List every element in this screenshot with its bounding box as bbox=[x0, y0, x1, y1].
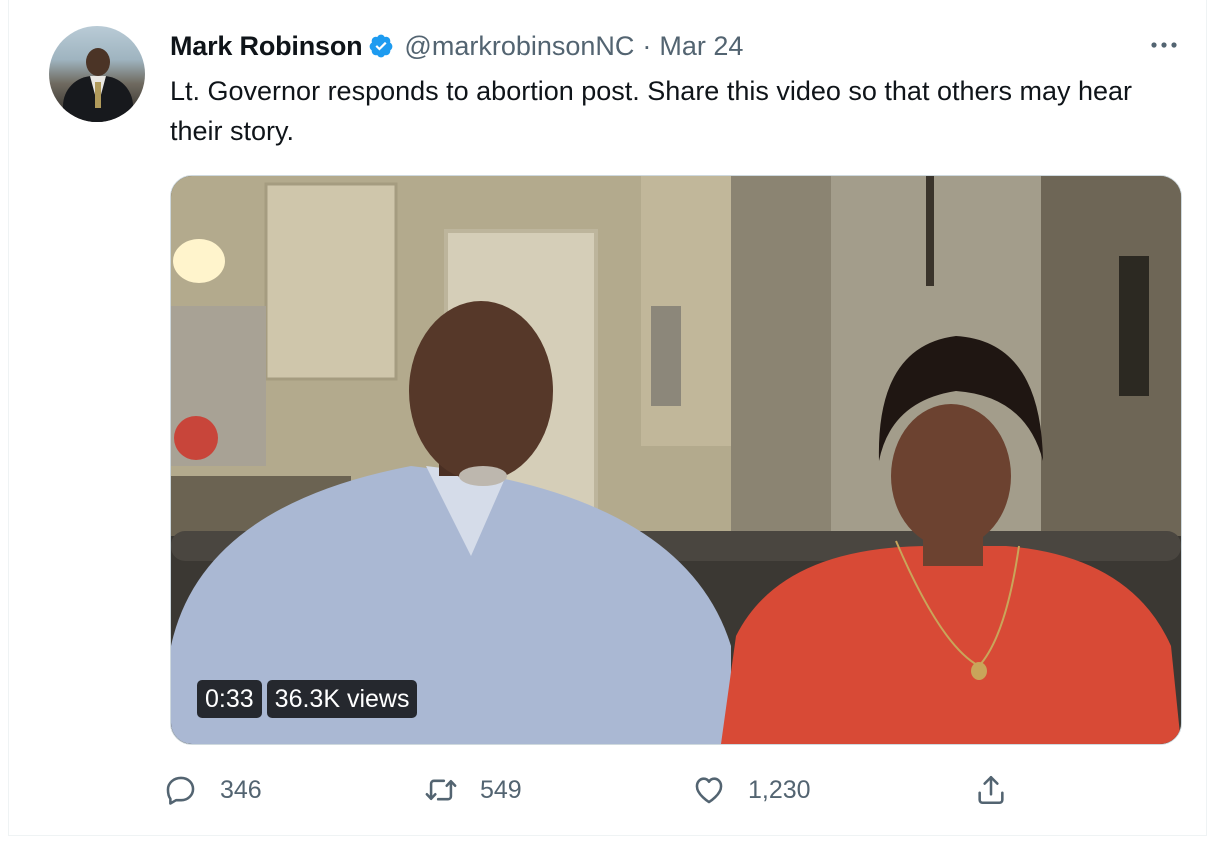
tweet-text: Lt. Governor responds to abortion post. … bbox=[170, 76, 1133, 146]
avatar[interactable] bbox=[49, 26, 145, 122]
avatar-head bbox=[86, 48, 110, 76]
verified-badge-icon bbox=[370, 34, 393, 58]
author-name[interactable]: Mark Robinson bbox=[170, 31, 363, 62]
retweet-button[interactable]: 549 bbox=[424, 760, 522, 820]
author-handle[interactable]: @markrobinsonNC bbox=[404, 31, 634, 62]
action-bar: 346 549 1,230 bbox=[9, 760, 1206, 820]
tweet-date[interactable]: Mar 24 bbox=[659, 31, 743, 62]
reply-icon bbox=[166, 776, 195, 805]
retweet-count: 549 bbox=[480, 775, 522, 804]
like-button[interactable]: 1,230 bbox=[692, 760, 811, 820]
video-frame bbox=[171, 176, 1181, 744]
video-duration: 0:33 bbox=[197, 680, 262, 718]
separator-dot: · bbox=[642, 30, 652, 61]
reply-button[interactable]: 346 bbox=[164, 760, 262, 820]
more-icon[interactable] bbox=[1148, 30, 1180, 60]
video-views: 36.3K views bbox=[266, 680, 418, 718]
tweet-header: Mark Robinson @markrobinsonNC · Mar 24 bbox=[170, 27, 743, 65]
like-icon bbox=[695, 777, 723, 804]
tweet-card[interactable]: Mark Robinson @markrobinsonNC · Mar 24 L… bbox=[8, 0, 1207, 836]
reply-count: 346 bbox=[220, 775, 262, 804]
retweet-icon bbox=[425, 779, 457, 801]
video-player[interactable]: 0:33 36.3K views bbox=[170, 175, 1182, 745]
video-overlay: 0:33 36.3K views bbox=[197, 680, 418, 718]
share-icon bbox=[978, 775, 1004, 805]
avatar-tie bbox=[95, 82, 101, 108]
share-button[interactable] bbox=[974, 760, 1030, 820]
like-count: 1,230 bbox=[748, 775, 811, 804]
